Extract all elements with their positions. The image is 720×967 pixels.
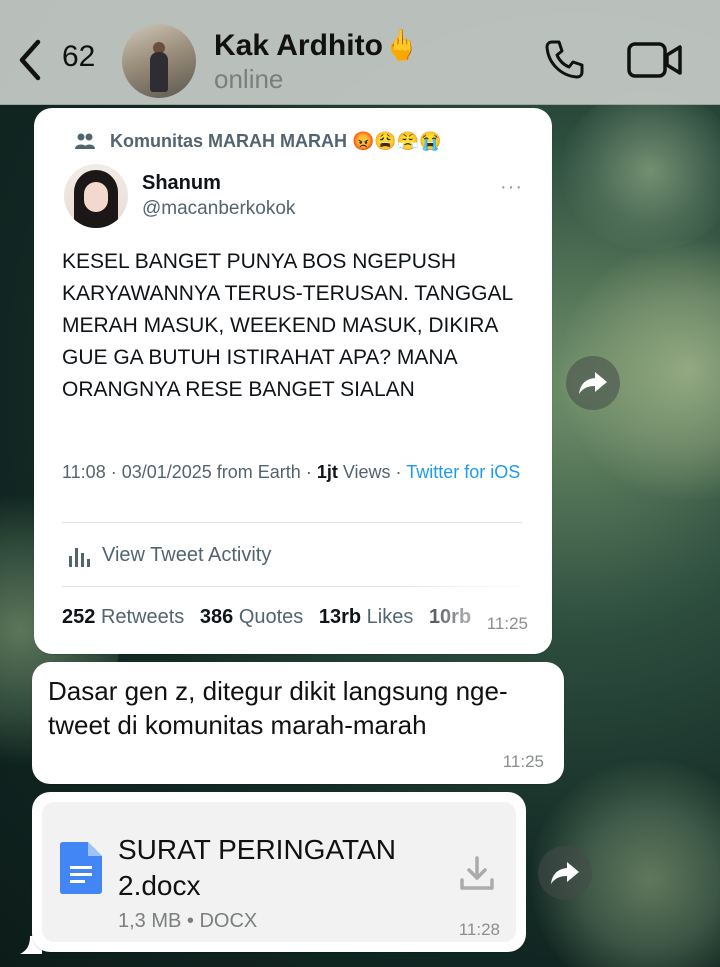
wallpaper-jellyfish: [560, 90, 720, 250]
contact-status: online: [214, 64, 284, 94]
contact-name[interactable]: Kak Ardhito🖕: [214, 28, 420, 63]
tweet-body: KESEL BANGET PUNYA BOS NGEPUSH KARYAWANN…: [62, 250, 513, 401]
tweet-author-avatar: [64, 164, 128, 228]
download-icon[interactable]: [458, 854, 496, 892]
forward-icon: [579, 372, 607, 394]
document-card[interactable]: SURAT PERINGATAN 2.docx 1,3 MB • DOCX: [42, 802, 516, 942]
video-call-button[interactable]: [626, 40, 684, 80]
tweet-author-handle: @macanberkokok: [142, 198, 296, 219]
document-meta: 1,3 MB • DOCX: [118, 910, 258, 932]
bar-chart-icon: [69, 548, 90, 567]
message-timestamp: 11:28: [458, 920, 500, 939]
more-dots-icon: ···: [500, 176, 523, 198]
message-timestamp: 11:25: [486, 614, 528, 633]
chat-header: 62 Kak Ardhito🖕 online: [0, 0, 720, 105]
divider: [62, 522, 522, 523]
contact-name-emoji: 🖕: [382, 29, 421, 62]
message-text: Dasar gen z, ditegur dikit langsung nge-…: [48, 676, 508, 740]
tweet-image-message[interactable]: Komunitas MARAH MARAH 😡😩😤😭 Shanum @macan…: [34, 108, 552, 654]
document-message[interactable]: SURAT PERINGATAN 2.docx 1,3 MB • DOCX 11…: [32, 792, 526, 952]
document-icon: [60, 842, 102, 894]
community-icon: [75, 133, 95, 149]
text-message[interactable]: Dasar gen z, ditegur dikit langsung nge-…: [32, 662, 564, 784]
tweet-activity-label: View Tweet Activity: [102, 544, 272, 566]
document-name: SURAT PERINGATAN 2.docx: [118, 834, 396, 901]
forward-button[interactable]: [566, 356, 620, 410]
voice-call-button[interactable]: [540, 36, 588, 84]
timestamp-fade: [402, 584, 552, 654]
phone-icon: [545, 40, 584, 79]
video-camera-icon: [627, 42, 682, 78]
message-timestamp: 11:25: [502, 752, 544, 771]
forward-button[interactable]: [538, 846, 592, 900]
contact-avatar[interactable]: [122, 24, 196, 98]
tweet-meta: 11:08 · 03/01/2025 from Earth · 1jt View…: [62, 462, 521, 482]
back-button[interactable]: [14, 38, 54, 82]
tweet-author-name: Shanum: [142, 172, 221, 194]
community-label: Komunitas MARAH MARAH 😡😩😤😭: [110, 131, 442, 151]
unread-count[interactable]: 62: [62, 40, 95, 74]
chevron-left-icon: [19, 39, 41, 81]
forward-icon: [551, 862, 579, 884]
